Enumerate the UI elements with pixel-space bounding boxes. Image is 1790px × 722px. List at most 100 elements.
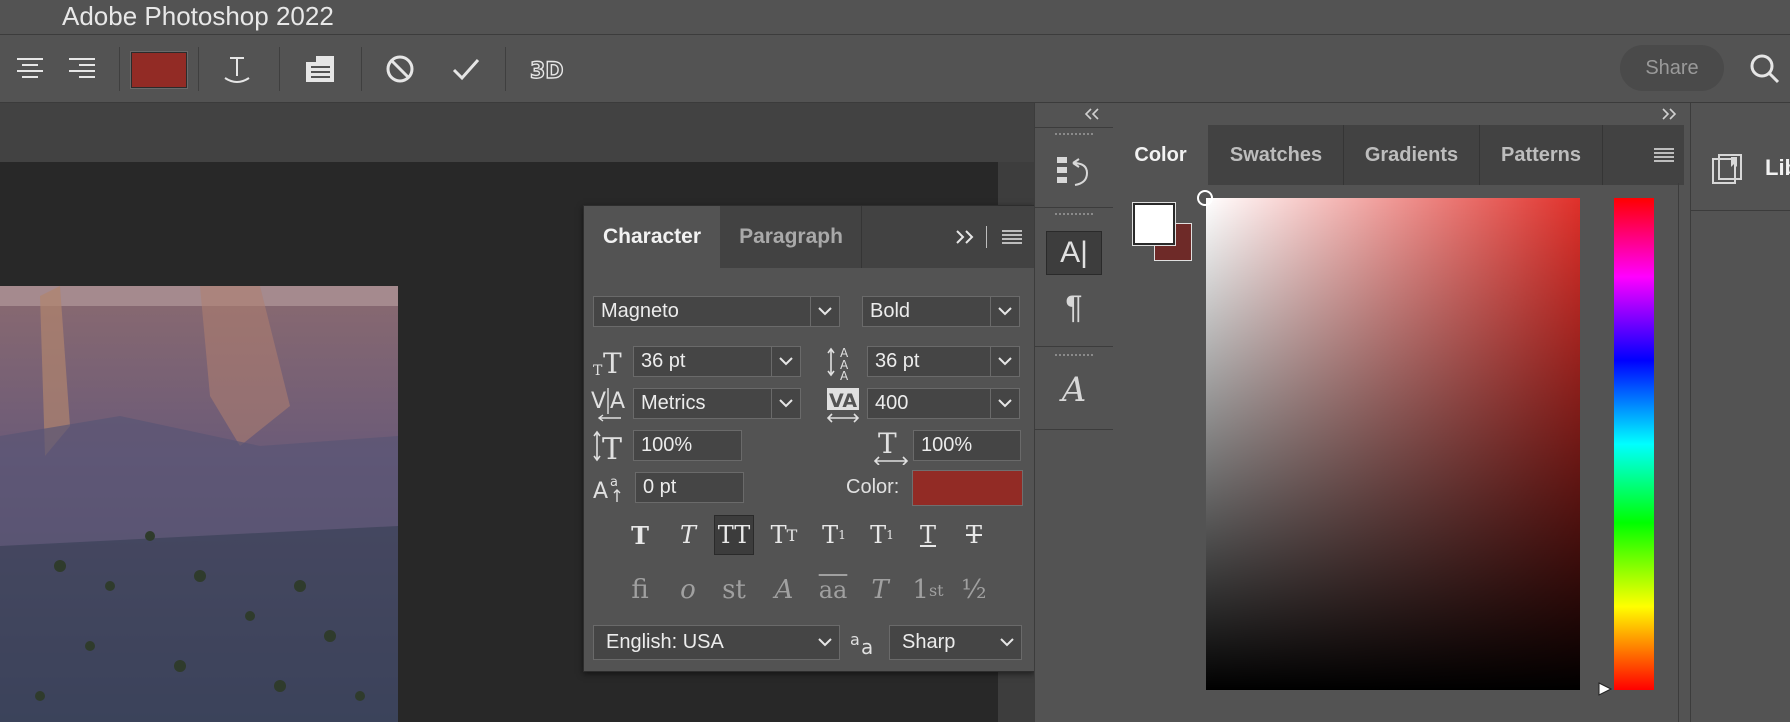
horizontal-scale-input[interactable]: 100% bbox=[913, 430, 1021, 461]
kerning-select[interactable]: Metrics bbox=[633, 388, 801, 419]
tab-patterns[interactable]: Patterns bbox=[1480, 125, 1603, 185]
svg-text:A: A bbox=[610, 389, 625, 414]
leading-icon: AAA bbox=[826, 343, 860, 383]
share-button[interactable]: Share bbox=[1620, 45, 1724, 91]
libraries-panel: Lib bbox=[1690, 103, 1790, 722]
stylistic-alternates-button[interactable]: aa bbox=[811, 570, 855, 610]
superscript-button[interactable]: T1 bbox=[814, 515, 854, 555]
libraries-icon[interactable] bbox=[1711, 153, 1745, 187]
chevron-down-icon bbox=[990, 347, 1019, 376]
svg-text:A: A bbox=[593, 479, 608, 504]
expand-panel-icon[interactable] bbox=[950, 206, 980, 268]
panel-icon-dock: A| ¶ A bbox=[1034, 103, 1114, 722]
tracking-icon: VA bbox=[825, 386, 863, 424]
chevron-down-icon bbox=[990, 389, 1019, 418]
svg-text:T: T bbox=[878, 429, 897, 460]
ordinals-button[interactable]: 1st bbox=[908, 570, 948, 610]
svg-text:VA: VA bbox=[829, 390, 857, 412]
panel-menu-icon[interactable] bbox=[996, 206, 1028, 268]
commit-check-icon[interactable] bbox=[446, 47, 486, 91]
hue-slider[interactable] bbox=[1614, 198, 1654, 690]
svg-text:T: T bbox=[603, 347, 622, 379]
contextual-alternates-button[interactable]: o bbox=[668, 570, 708, 610]
glyphs-panel-icon[interactable]: A bbox=[1055, 368, 1093, 412]
chevron-down-icon bbox=[771, 389, 800, 418]
dock-grip[interactable] bbox=[1055, 133, 1093, 139]
document-image[interactable] bbox=[0, 286, 398, 722]
kerning-value: Metrics bbox=[641, 392, 706, 414]
antialias-select[interactable]: Sharp bbox=[889, 625, 1022, 660]
language-select[interactable]: English: USA bbox=[593, 625, 840, 660]
tab-color[interactable]: Color bbox=[1113, 125, 1208, 185]
svg-text:3D: 3D bbox=[530, 59, 564, 83]
text-color-swatch[interactable] bbox=[131, 52, 187, 88]
expand-dock-icon[interactable] bbox=[1656, 107, 1678, 121]
antialias-value: Sharp bbox=[902, 631, 956, 653]
tab-paragraph[interactable]: Paragraph bbox=[721, 206, 862, 268]
svg-text:A: A bbox=[840, 369, 849, 381]
titling-alternates-button[interactable]: T bbox=[860, 570, 900, 610]
small-caps-button[interactable]: TT bbox=[764, 515, 804, 555]
vertical-scale-value: 100% bbox=[641, 434, 693, 456]
underline-button[interactable]: T bbox=[908, 515, 948, 555]
align-right-icon[interactable] bbox=[62, 47, 102, 91]
collapse-dock-icon[interactable] bbox=[1083, 107, 1105, 121]
color-label: Color: bbox=[846, 476, 900, 498]
swash-button[interactable]: A bbox=[764, 570, 804, 610]
paragraph-panel-icon[interactable]: ¶ bbox=[1055, 288, 1093, 326]
svg-text:a: a bbox=[610, 475, 618, 490]
subscript-button[interactable]: T1 bbox=[862, 515, 902, 555]
dock-grip[interactable] bbox=[1055, 213, 1093, 219]
document-tab-strip bbox=[0, 103, 1034, 162]
horizontal-scale-value: 100% bbox=[921, 434, 973, 456]
title-bar: Adobe Photoshop 2022 bbox=[0, 0, 1790, 35]
font-size-icon: TT bbox=[593, 345, 627, 380]
libraries-panel-header: Lib bbox=[1691, 125, 1790, 211]
svg-text:T: T bbox=[593, 363, 603, 379]
font-size-select[interactable]: 36 pt bbox=[633, 346, 801, 377]
font-style-select[interactable]: Bold bbox=[862, 296, 1020, 327]
foreground-color-swatch[interactable] bbox=[1133, 203, 1175, 245]
discretionary-ligatures-button[interactable]: st bbox=[714, 570, 754, 610]
font-family-select[interactable]: Magneto bbox=[593, 296, 840, 327]
tracking-select[interactable]: 400 bbox=[867, 388, 1020, 419]
tab-character[interactable]: Character bbox=[584, 206, 720, 268]
history-icon[interactable] bbox=[1055, 153, 1093, 191]
color-picker-handle[interactable] bbox=[1197, 190, 1213, 206]
all-caps-button[interactable]: TT bbox=[714, 515, 754, 555]
font-style-value: Bold bbox=[870, 300, 911, 322]
dock-grip[interactable] bbox=[1055, 354, 1093, 360]
search-icon[interactable] bbox=[1745, 47, 1785, 91]
color-picker-field[interactable] bbox=[1206, 198, 1580, 690]
panel-menu-icon[interactable] bbox=[1649, 125, 1679, 185]
svg-text:V: V bbox=[591, 389, 606, 414]
tracking-value: 400 bbox=[875, 392, 909, 414]
baseline-shift-value: 0 pt bbox=[643, 476, 677, 498]
warp-text-icon[interactable] bbox=[217, 47, 257, 91]
chevron-down-icon bbox=[771, 347, 800, 376]
vertical-scale-input[interactable]: 100% bbox=[633, 430, 742, 461]
align-center-icon[interactable] bbox=[10, 47, 50, 91]
tab-swatches[interactable]: Swatches bbox=[1209, 125, 1344, 185]
text-color-swatch[interactable] bbox=[912, 470, 1023, 506]
character-panel-icon[interactable]: A| bbox=[1046, 231, 1102, 275]
ligatures-button[interactable]: ﬁ bbox=[620, 570, 660, 610]
tab-gradients[interactable]: Gradients bbox=[1344, 125, 1480, 185]
leading-value: 36 pt bbox=[875, 350, 920, 372]
character-paragraph-panels-icon[interactable] bbox=[300, 47, 340, 91]
cancel-icon[interactable] bbox=[380, 47, 420, 91]
faux-italic-button[interactable]: T bbox=[668, 515, 708, 555]
character-panel-tabs: Character Paragraph bbox=[584, 206, 1034, 268]
3d-icon[interactable]: 3D bbox=[525, 47, 569, 91]
font-size-value: 36 pt bbox=[641, 350, 686, 372]
leading-select[interactable]: 36 pt bbox=[867, 346, 1020, 377]
color-panel-tabs: Color Swatches Gradients Patterns bbox=[1113, 125, 1684, 185]
strikethrough-button[interactable]: T bbox=[954, 515, 994, 555]
faux-bold-button[interactable]: T bbox=[620, 515, 660, 555]
libraries-tab-label[interactable]: Lib bbox=[1765, 155, 1790, 181]
baseline-shift-input[interactable]: 0 pt bbox=[635, 472, 744, 503]
fractions-button[interactable]: ½ bbox=[954, 570, 994, 610]
baseline-shift-icon: Aa bbox=[593, 470, 627, 504]
hue-slider-handle[interactable] bbox=[1597, 681, 1613, 697]
svg-text:a: a bbox=[861, 635, 873, 657]
